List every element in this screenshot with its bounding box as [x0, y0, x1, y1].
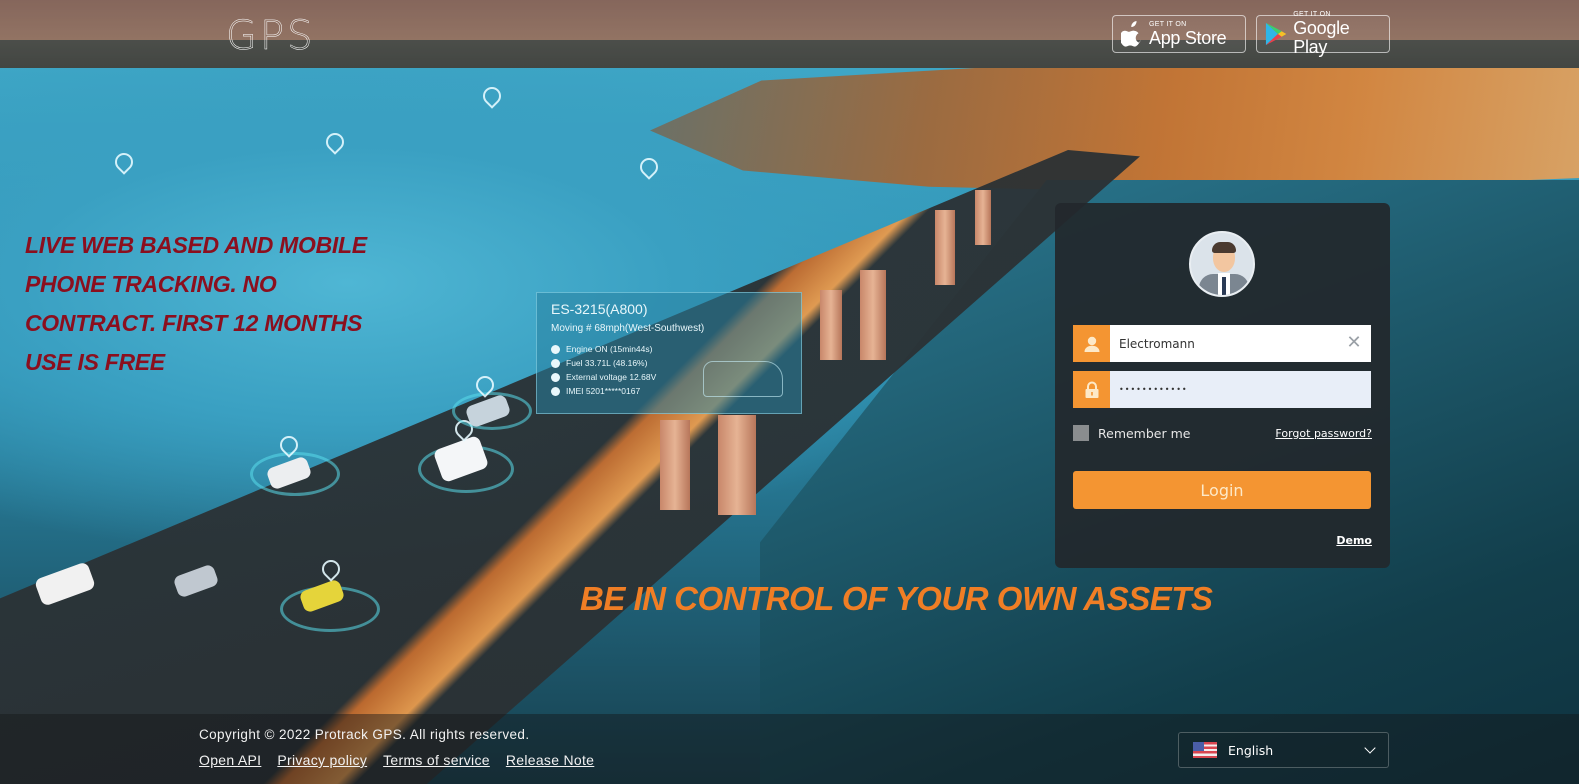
vehicle-status: Moving # 68mph(West-Southwest)	[551, 323, 705, 334]
imei-icon	[551, 386, 560, 396]
engine-status: Engine ON (15min44s)	[566, 344, 653, 354]
login-button[interactable]: Login	[1073, 471, 1371, 509]
terms-of-service-link[interactable]: Terms of service	[383, 752, 490, 768]
promo-line: LIVE WEB BASED AND MOBILE	[25, 232, 367, 258]
bridge-pier	[935, 210, 955, 285]
bridge-pier	[860, 270, 886, 360]
lock-icon	[1073, 371, 1110, 408]
privacy-policy-link[interactable]: Privacy policy	[277, 752, 367, 768]
bridge-pier	[660, 420, 690, 510]
login-panel: ✕ Remember me Forgot password? Login Dem…	[1055, 203, 1390, 568]
vehicle-info-row: Engine ON (15min44s)	[551, 342, 787, 356]
engine-icon	[551, 344, 560, 354]
password-field	[1073, 371, 1371, 408]
remember-me-label: Remember me	[1098, 425, 1191, 441]
apple-icon	[1121, 21, 1141, 47]
footer-links: Open API Privacy policy Terms of service…	[199, 752, 594, 768]
language-label: English	[1228, 742, 1274, 758]
bridge-pier	[718, 415, 756, 515]
promo-tagline: BE IN CONTROL OF YOUR OWN ASSETS	[580, 580, 1213, 617]
remember-me-checkbox[interactable]	[1073, 425, 1089, 441]
google-play-button[interactable]: GET IT ON Google Play	[1256, 11, 1390, 57]
vehicle-id: ES-3215(A800)	[551, 301, 648, 317]
demo-link[interactable]: Demo	[1336, 534, 1372, 547]
bridge-pier	[975, 190, 991, 245]
external-voltage: External voltage 12.68V	[566, 372, 657, 382]
remember-me: Remember me	[1073, 425, 1190, 441]
voltage-icon	[551, 372, 560, 382]
promo-line: CONTRACT. FIRST 12 MONTHS	[25, 310, 363, 336]
imei: IMEI 5201*****0167	[566, 386, 641, 396]
username-input[interactable]	[1110, 325, 1371, 362]
promo-line: USE IS FREE	[25, 349, 165, 375]
promo-line: PHONE TRACKING. NO	[25, 271, 277, 297]
clear-icon[interactable]: ✕	[1345, 334, 1363, 352]
release-note-link[interactable]: Release Note	[506, 752, 594, 768]
google-play-label: Google Play	[1293, 18, 1350, 57]
app-store-button[interactable]: GET IT ON App Store	[1112, 15, 1246, 53]
bridge-pier	[820, 290, 842, 360]
vehicle-info-card: ES-3215(A800) Moving # 68mph(West-Southw…	[536, 292, 802, 414]
promo-headline: LIVE WEB BASED AND MOBILE PHONE TRACKING…	[25, 226, 445, 382]
open-api-link[interactable]: Open API	[199, 752, 261, 768]
user-avatar-icon	[1189, 231, 1255, 297]
van-outline-icon	[703, 361, 783, 397]
user-icon	[1073, 325, 1110, 362]
us-flag-icon	[1193, 742, 1217, 758]
app-store-label: App Store	[1149, 27, 1227, 48]
forgot-password-link[interactable]: Forgot password?	[1275, 427, 1372, 440]
password-input[interactable]	[1110, 371, 1371, 408]
fuel-level: Fuel 33.71L (48.16%)	[566, 358, 648, 368]
chevron-down-icon	[1364, 742, 1376, 754]
google-play-icon	[1265, 22, 1287, 46]
language-select[interactable]: English	[1178, 732, 1389, 768]
fuel-icon	[551, 358, 560, 368]
copyright: Copyright © 2022 Protrack GPS. All right…	[199, 727, 530, 742]
logo[interactable]: GPS	[226, 13, 316, 60]
username-field: ✕	[1073, 325, 1371, 362]
